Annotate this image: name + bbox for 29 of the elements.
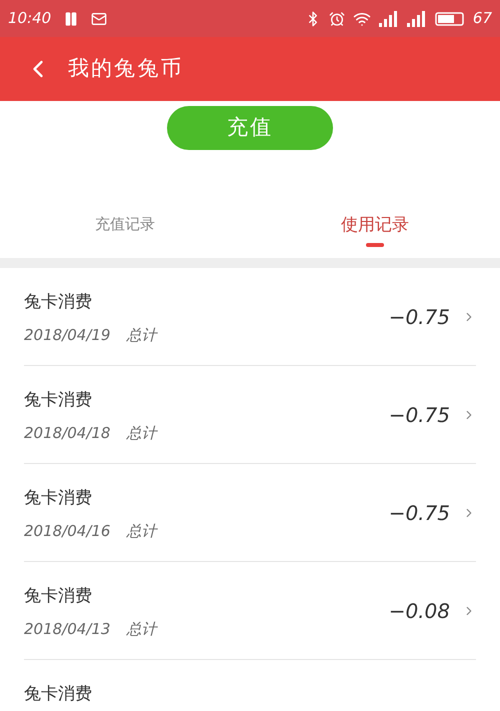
- battery-level: 67: [472, 8, 492, 30]
- record-title: 兔卡消费: [24, 389, 93, 412]
- signal-icon: [406, 10, 427, 26]
- record-date: 2018/04/18: [24, 422, 110, 444]
- record-date: 2018/04/19: [24, 324, 110, 346]
- record-title: 兔卡消费: [24, 291, 93, 314]
- record-date: 2018/04/16: [24, 520, 110, 542]
- battery-icon: [434, 12, 465, 26]
- total-label: 总计: [126, 618, 156, 640]
- page-title: 我的兔兔币: [68, 55, 184, 82]
- record-title: 兔卡消费: [24, 683, 93, 706]
- record-amount: −0.75: [388, 304, 450, 330]
- record-title: 兔卡消费: [24, 585, 93, 608]
- tab[interactable]: 充值记录: [95, 205, 155, 258]
- record-amount: −0.75: [388, 500, 450, 526]
- record-amount: −0.75: [388, 402, 450, 428]
- tab[interactable]: 使用记录: [341, 205, 409, 258]
- mail-icon: [91, 10, 108, 26]
- total-label: 总计: [126, 520, 156, 542]
- clock-time: 10:40: [8, 8, 52, 30]
- record-date: 2018/04/13: [24, 618, 110, 640]
- recharge-button[interactable]: 充值: [167, 106, 333, 150]
- pause-icon: [63, 10, 80, 26]
- record-amount: −0.08: [388, 598, 450, 624]
- alarm-icon: [328, 10, 345, 26]
- total-label: 总计: [126, 324, 156, 346]
- signal-icon: [378, 10, 399, 26]
- total-label: 总计: [126, 422, 156, 444]
- record-title: 兔卡消费: [24, 487, 93, 510]
